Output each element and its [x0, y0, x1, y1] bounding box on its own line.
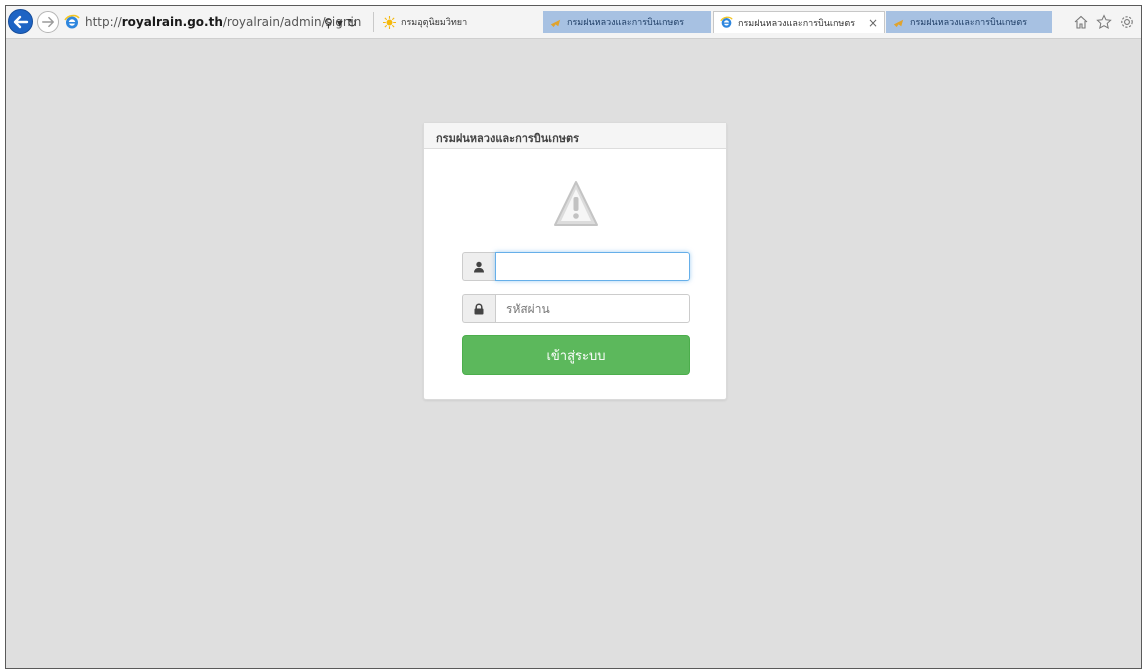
login-button[interactable]: เข้าสู่ระบบ [462, 335, 690, 375]
close-icon[interactable]: × [868, 16, 878, 30]
browser-right-icons [1073, 14, 1135, 30]
lock-icon [474, 303, 484, 314]
url-text: http://royalrain.go.th/royalrain/admin/s… [85, 15, 362, 29]
plane-favicon-icon [550, 19, 561, 27]
tab-label: กรมอุตุนิยมวิทยา [401, 18, 468, 28]
back-button[interactable] [8, 9, 33, 34]
tab-4[interactable]: กรมฝนหลวงและการบินเกษตร [886, 11, 1052, 33]
arrow-left-icon [13, 15, 28, 28]
ie-page-icon [64, 14, 80, 29]
refresh-icon[interactable]: ↻ [347, 16, 357, 30]
ie-favicon-icon [720, 16, 733, 28]
tab-label: กรมฝนหลวงและการบินเกษตร [567, 18, 685, 28]
username-input[interactable] [495, 252, 690, 281]
tab-3-active[interactable]: กรมฝนหลวงและการบินเกษตร × [713, 11, 885, 33]
tab-2[interactable]: กรมฝนหลวงและการบินเกษตร [543, 11, 711, 33]
sun-favicon-icon [383, 15, 396, 29]
plane-favicon-icon [893, 19, 904, 27]
gear-icon[interactable] [1119, 14, 1135, 30]
toolbar-divider [373, 12, 374, 32]
panel-title: กรมฝนหลวงและการบินเกษตร [424, 123, 726, 149]
browser-toolbar: http://royalrain.go.th/royalrain/admin/s… [6, 6, 1141, 39]
warning-icon [554, 181, 598, 226]
search-icon[interactable]: ⚲ [324, 16, 333, 30]
user-addon [462, 252, 495, 281]
user-icon [474, 261, 484, 272]
tab-label: กรมฝนหลวงและการบินเกษตร [738, 18, 856, 29]
home-icon[interactable] [1073, 14, 1089, 30]
password-input[interactable] [495, 294, 690, 323]
tab-label: กรมฝนหลวงและการบินเกษตร [910, 18, 1028, 28]
address-tools: ⚲ ▾ ↻ [324, 16, 357, 30]
dropdown-icon[interactable]: ▾ [337, 16, 343, 30]
username-group [462, 252, 690, 281]
browser-window: http://royalrain.go.th/royalrain/admin/s… [5, 5, 1142, 669]
star-icon[interactable] [1096, 14, 1112, 30]
forward-button[interactable] [37, 11, 59, 33]
lock-addon [462, 294, 495, 323]
arrow-right-icon [42, 16, 54, 28]
login-panel: กรมฝนหลวงและการบินเกษตร เข้าสู่ระบบ [423, 122, 727, 400]
tab-1[interactable]: กรมอุตุนิยมวิทยา [377, 11, 542, 33]
password-group [462, 294, 690, 323]
